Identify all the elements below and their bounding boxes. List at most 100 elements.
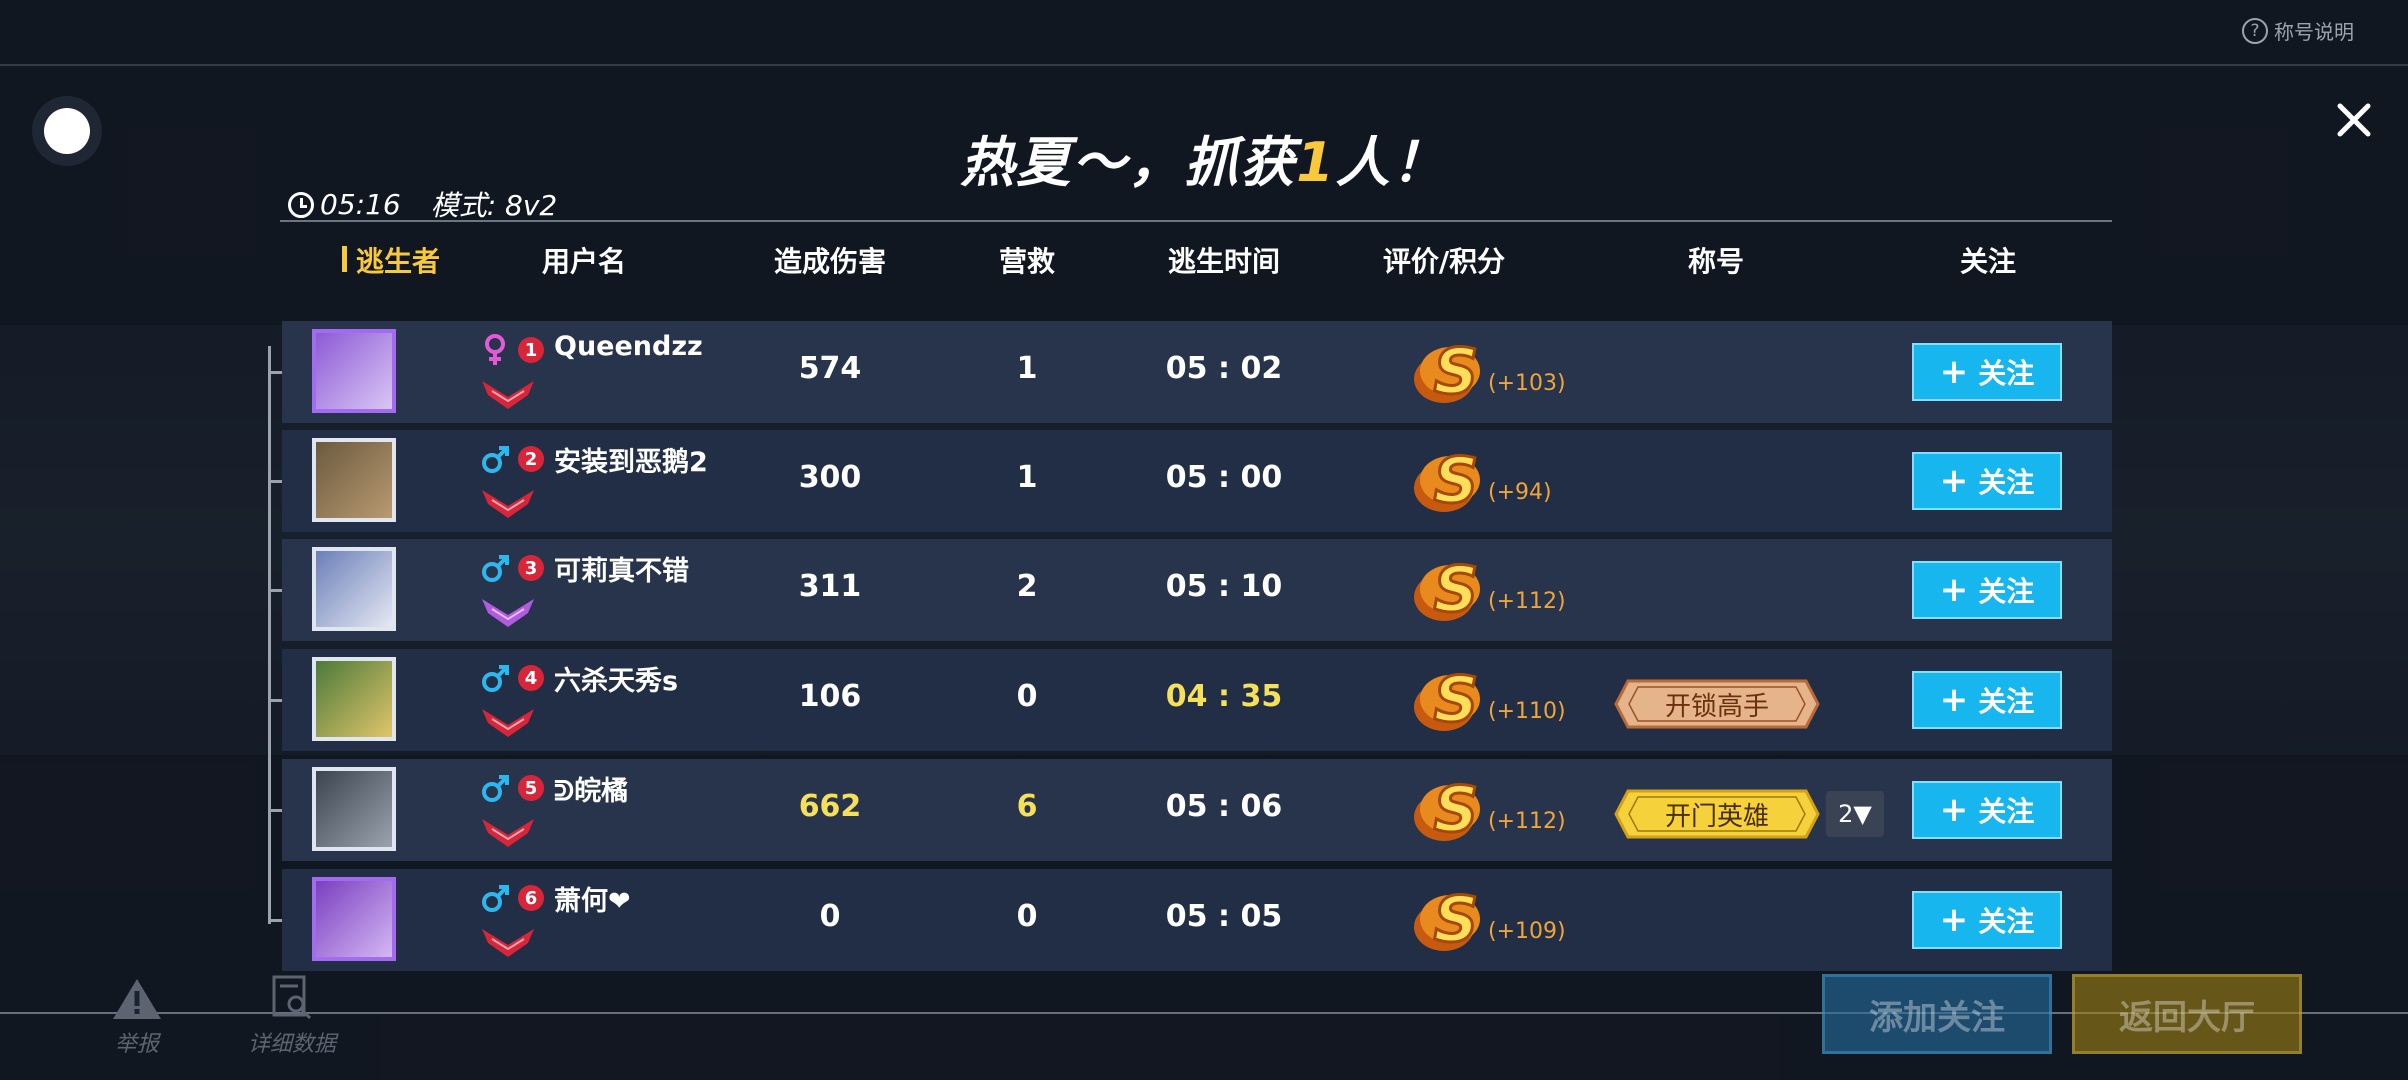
player-avatar[interactable] (312, 438, 396, 522)
player-name[interactable]: 安装到恶鹅2 (554, 440, 708, 479)
tree-tick (268, 480, 282, 483)
score-delta: (+94) (1488, 480, 1552, 505)
add-follow-button[interactable]: 添加关注 (1822, 974, 2052, 1054)
header-divider (280, 220, 2112, 222)
damage-value: 574 (798, 351, 862, 386)
player-avatar[interactable] (312, 329, 396, 413)
tier-badge-icon (482, 709, 534, 737)
tree-tick (268, 699, 282, 702)
grade-s-icon: S (1414, 667, 1480, 738)
grade-s-icon: S (1414, 887, 1480, 958)
column-escape-time: 逃生时间 (1167, 245, 1281, 278)
follow-label: 关注 (1978, 575, 2035, 608)
follow-button[interactable]: + 关注 (1912, 452, 2062, 510)
plus-icon: + (1939, 900, 1969, 940)
title-tag[interactable]: 开锁高手 (1614, 679, 1820, 729)
rank-badge: 2 (518, 446, 544, 472)
tree-tick (268, 589, 282, 592)
title-more-toggle[interactable]: 2▼ (1826, 791, 1884, 837)
score-delta: (+109) (1488, 919, 1566, 944)
tree-tick (268, 371, 282, 374)
player-name[interactable]: 可莉真不错 (554, 549, 689, 588)
result-title-count: 1 (1296, 131, 1336, 194)
title-tag-label: 开门英雄 (1664, 801, 1769, 832)
rescue-value: 1 (1016, 460, 1038, 495)
player-avatar[interactable] (312, 767, 396, 851)
damage-value: 0 (819, 899, 841, 934)
rescue-value: 1 (1016, 351, 1038, 386)
escape-time-value: 05 : 10 (1165, 569, 1283, 604)
damage-value: 106 (798, 679, 862, 714)
escape-time-value: 05 : 02 (1165, 351, 1283, 386)
tier-badge-icon (482, 381, 534, 409)
player-name[interactable]: 萧何❤ (554, 879, 631, 918)
column-username: 用户名 (541, 245, 627, 278)
details-label: 详细数据 (247, 1032, 336, 1057)
rank-badge: 5 (518, 775, 544, 801)
follow-button[interactable]: + 关注 (1912, 343, 2062, 401)
player-name[interactable]: ᕲ皖橘 (554, 769, 628, 808)
player-avatar[interactable] (312, 547, 396, 631)
follow-label: 关注 (1978, 795, 2035, 828)
player-row: 5 ᕲ皖橘 662 6 05 : 06 S (+112) 开门英雄 2▼ + 关… (268, 759, 2112, 861)
follow-label: 关注 (1978, 466, 2035, 499)
column-follow: 关注 (1959, 245, 2017, 278)
score-delta: (+112) (1488, 589, 1566, 614)
title-tag[interactable]: 开门英雄 (1614, 789, 1820, 839)
title-help-label: 称号说明 (2274, 20, 2354, 44)
follow-button[interactable]: + 关注 (1912, 781, 2062, 839)
plus-icon: + (1939, 790, 1969, 830)
report-button[interactable]: 举报 (110, 976, 164, 1058)
title-help-link[interactable]: ? 称号说明 (2242, 16, 2354, 45)
match-info: 05:16 模式: 8v2 (288, 184, 557, 224)
column-damage: 造成伤害 (773, 245, 887, 278)
rank-badge: 6 (518, 885, 544, 911)
player-avatar[interactable] (312, 877, 396, 961)
match-time-value: 05:16 (320, 187, 401, 221)
plus-icon: + (1939, 680, 1969, 720)
follow-button[interactable]: + 关注 (1912, 671, 2062, 729)
score-delta: (+110) (1488, 699, 1566, 724)
player-row: 3 可莉真不错 311 2 05 : 10 S (+112) + 关注 (268, 539, 2112, 641)
details-button[interactable]: 详细数据 (222, 974, 362, 1058)
rank-badge: 4 (518, 665, 544, 691)
tier-badge-icon (482, 599, 534, 627)
player-row: 6 萧何❤ 0 0 05 : 05 S (+109) + 关注 (268, 869, 2112, 971)
player-row: 4 六杀天秀s 106 0 04 : 35 S (+110) 开锁高手 + 关注 (268, 649, 2112, 751)
follow-button[interactable]: + 关注 (1912, 561, 2062, 619)
grade-letter: S (1434, 448, 1479, 517)
player-avatar[interactable] (312, 657, 396, 741)
damage-value: 300 (798, 460, 862, 495)
rank-badge: 1 (518, 337, 544, 363)
plus-icon: + (1939, 352, 1969, 392)
grade-letter: S (1434, 667, 1479, 736)
column-rating: 评价/积分 (1382, 245, 1506, 278)
plus-icon: + (1939, 570, 1969, 610)
player-name[interactable]: Queendzz (554, 331, 703, 362)
tier-badge-icon (482, 490, 534, 518)
damage-value: 662 (798, 789, 862, 824)
rescue-value: 2 (1016, 569, 1038, 604)
escape-time-value: 05 : 00 (1165, 460, 1283, 495)
column-rescue: 营救 (998, 245, 1056, 278)
male-icon (482, 665, 509, 692)
player-row: 1 Queendzz 574 1 05 : 02 S (+103) + 关注 (268, 321, 2112, 423)
rescue-value: 0 (1016, 679, 1038, 714)
grade-letter: S (1434, 887, 1479, 956)
grade-letter: S (1434, 557, 1479, 626)
question-icon: ? (2242, 17, 2268, 44)
player-row: 2 安装到恶鹅2 300 1 05 : 00 S (+94) + 关注 (268, 430, 2112, 532)
grade-letter: S (1434, 339, 1479, 408)
player-name[interactable]: 六杀天秀s (554, 659, 678, 698)
score-delta: (+112) (1488, 809, 1566, 834)
back-to-lobby-button[interactable]: 返回大厅 (2072, 974, 2302, 1054)
column-title: 称号 (1687, 245, 1745, 278)
male-icon (482, 446, 509, 473)
tree-tick (268, 919, 282, 922)
rescue-value: 6 (1016, 789, 1038, 824)
title-tag-label: 开锁高手 (1664, 691, 1769, 722)
match-time: 05:16 (288, 188, 401, 221)
score-delta: (+103) (1488, 371, 1566, 396)
follow-label: 关注 (1978, 905, 2035, 938)
follow-button[interactable]: + 关注 (1912, 891, 2062, 949)
